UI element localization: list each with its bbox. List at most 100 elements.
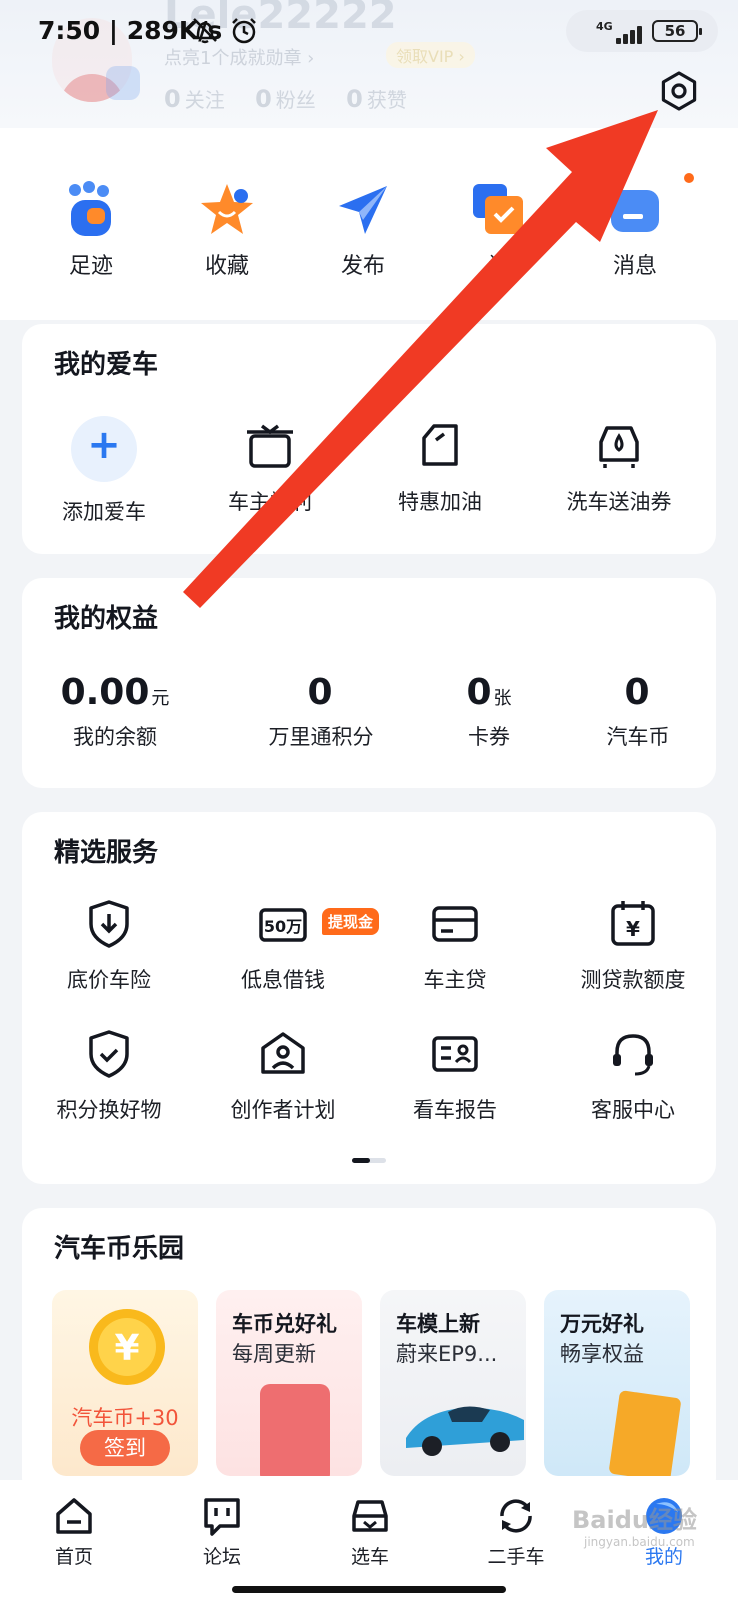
car-wash-icon (599, 426, 639, 468)
equity-card: 我的权益 0.00 元 我的余额 0 万里通积分 0张 卡券 0 汽车币 (22, 578, 716, 788)
profile-header: Lele22222 点亮1个成就勋章 › 领取VIP › 0 关注 0 粉丝 0 获赞… (0, 0, 738, 320)
equity-balance[interactable]: 0.00 元 我的余额 (48, 672, 182, 751)
service-creator-plan[interactable]: 创作者计划 (218, 1028, 348, 1124)
big-gift-subtitle: 畅享权益 (560, 1342, 644, 1366)
big-gift-tile[interactable]: 万元好礼 畅享权益 (544, 1290, 690, 1476)
service-owner-loan[interactable]: 车主贷 (390, 898, 520, 994)
car-model-title: 车模上新 (396, 1312, 480, 1336)
forum-icon (204, 1498, 240, 1536)
settings-gear-icon[interactable] (658, 70, 700, 112)
watermark: Baidu经验 jingyan.baidu.com (572, 1506, 697, 1549)
star-icon (201, 184, 253, 234)
car-coins-label: 汽车币 (606, 725, 670, 749)
gold-coin-icon: ¥ (89, 1309, 165, 1385)
car-coin-park-card: 汽车币乐园 ¥ 汽车币+30 签到 车币兑好礼 每周更新 车模上新 蔚来EP9.… (22, 1208, 716, 1498)
nav-home-label: 首页 (54, 1546, 93, 1568)
service-car-report-label: 看车报告 (413, 1098, 497, 1122)
car-model-subtitle: 蔚来EP9... (396, 1342, 498, 1366)
add-car-label: 添加爱车 (62, 500, 146, 524)
nav-used-car-label: 二手车 (487, 1546, 545, 1568)
home-icon (56, 1498, 92, 1534)
shield-check-icon (89, 1030, 129, 1078)
quick-orders[interactable]: 订 (444, 180, 554, 280)
stat-likes[interactable]: 0 获赞 (346, 85, 407, 113)
equity-title: 我的权益 (54, 604, 159, 634)
service-creator-plan-label: 创作者计划 (230, 1098, 336, 1122)
quick-footprint[interactable]: 足迹 (36, 180, 146, 280)
quick-messages[interactable]: 消息 (580, 180, 690, 280)
race-car-image (406, 1406, 524, 1456)
car-model-tile[interactable]: 车模上新 蔚来EP9... (380, 1290, 526, 1476)
unread-dot (684, 173, 694, 183)
service-owner-loan-label: 车主贷 (423, 968, 487, 992)
points-label: 万里通积分 (268, 725, 374, 749)
fuel-discount-button[interactable]: 特惠加油 (378, 420, 502, 516)
avatar-badge-icon (106, 66, 140, 100)
nav-forum-label: 论坛 (202, 1546, 241, 1568)
svg-text:¥: ¥ (626, 917, 640, 941)
service-customer-center-label: 客服中心 (591, 1098, 675, 1122)
service-loan-quota[interactable]: ¥ 测贷款额度 (558, 898, 708, 994)
coin-gift-subtitle: 每周更新 (232, 1342, 316, 1366)
home-indicator (232, 1586, 506, 1593)
paper-plane-icon (339, 186, 387, 234)
signal-icon (604, 22, 646, 44)
service-loan-quota-label: 测贷款额度 (580, 968, 686, 992)
car-coins-value: 0 (624, 672, 650, 713)
service-insurance[interactable]: 底价车险 (44, 898, 174, 994)
nav-used-car[interactable]: 二手车 (466, 1494, 566, 1569)
nav-home[interactable]: 首页 (24, 1494, 124, 1569)
calendar-yuan-icon: ¥ (611, 901, 655, 946)
coupons-unit: 张 (493, 688, 512, 709)
coin-gift-title: 车币兑好礼 (232, 1312, 337, 1336)
coin-reward-text: 汽车币+30 (71, 1406, 179, 1430)
quick-actions: 足迹 收藏 发布 订 消息 (0, 180, 738, 290)
equity-points[interactable]: 0 万里通积分 (246, 672, 396, 751)
coupons-value: 0 (466, 672, 492, 713)
equity-coupons[interactable]: 0张 卡券 (434, 672, 544, 751)
balance-label: 我的余额 (73, 725, 157, 749)
quick-favorites-label: 收藏 (204, 254, 249, 279)
equity-card-image (608, 1390, 682, 1476)
profile-stats: 0 关注 0 粉丝 0 获赞 (164, 84, 431, 113)
coupons-label: 卡券 (468, 725, 510, 749)
stat-followers[interactable]: 0 粉丝 (255, 85, 316, 113)
nav-forum[interactable]: 论坛 (172, 1494, 272, 1569)
add-car-button[interactable]: 添加爱车 (42, 416, 166, 526)
car-select-icon (352, 1500, 388, 1532)
used-car-icon (500, 1499, 532, 1533)
headset-icon (613, 1034, 653, 1076)
coin-gift-tile[interactable]: 车币兑好礼 每周更新 (216, 1290, 362, 1476)
balance-unit: 元 (151, 688, 170, 709)
nav-car-select[interactable]: 选车 (320, 1494, 420, 1569)
battery-icon: 56 (652, 20, 702, 42)
quick-favorites[interactable]: 收藏 (172, 180, 282, 280)
car-wash-button[interactable]: 洗车送油券 (544, 420, 694, 516)
owner-benefits-label: 车主福利 (228, 490, 312, 514)
check-in-button[interactable]: 签到 (80, 1430, 170, 1466)
suitcase-image (260, 1384, 330, 1476)
service-car-report[interactable]: 看车报告 (390, 1028, 520, 1124)
services-pager (352, 1158, 386, 1163)
stat-following[interactable]: 0 关注 (164, 85, 225, 113)
status-indicators: 4G 56 (566, 10, 718, 52)
footprint-icon (69, 181, 111, 236)
car-wash-label: 洗车送油券 (566, 490, 672, 514)
quick-messages-label: 消息 (612, 254, 657, 279)
service-customer-center[interactable]: 客服中心 (558, 1028, 708, 1124)
check-in-tile[interactable]: ¥ 汽车币+30 签到 (52, 1290, 198, 1476)
my-car-card: 我的爱车 添加爱车 车主福利 特惠加油 洗车送油券 (22, 324, 716, 554)
report-icon (432, 1036, 478, 1072)
cash-promo-tag: 提现金 (322, 908, 380, 935)
quick-publish[interactable]: 发布 (308, 180, 418, 280)
car-coin-park-title: 汽车币乐园 (54, 1234, 185, 1264)
equity-car-coins[interactable]: 0 汽车币 (578, 672, 698, 751)
gift-icon (247, 424, 293, 468)
owner-benefits-button[interactable]: 车主福利 (208, 420, 332, 516)
loan-icon: 50万 (259, 908, 307, 942)
service-points-exchange[interactable]: 积分换好物 (44, 1028, 174, 1124)
alarm-icon (232, 18, 256, 44)
big-gift-title: 万元好礼 (560, 1312, 644, 1336)
fuel-discount-label: 特惠加油 (398, 490, 482, 514)
add-icon (71, 416, 137, 482)
